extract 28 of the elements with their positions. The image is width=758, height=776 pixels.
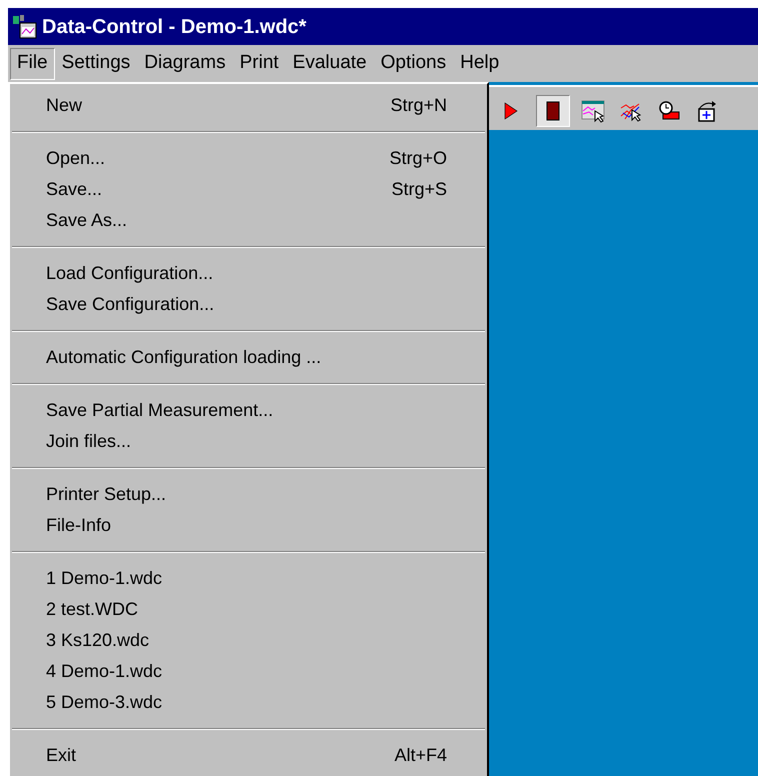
menu-entry[interactable]: Save As...	[10, 205, 487, 236]
window-title: Data-Control - Demo-1.wdc*	[42, 14, 306, 40]
menu-entry[interactable]: Join files...	[10, 426, 487, 457]
menu-entry[interactable]: Save... Strg+S	[10, 174, 487, 205]
menu-entry[interactable]: 4 Demo-1.wdc	[10, 656, 487, 687]
menu-item[interactable]: File	[10, 48, 55, 80]
menu-entry[interactable]: 1 Demo-1.wdc	[10, 563, 487, 594]
menu-entry[interactable]: Exit Alt+F4	[10, 740, 487, 771]
menu-entry[interactable]: Printer Setup...	[10, 479, 487, 510]
menu-entry[interactable]: 3 Ks120.wdc	[10, 625, 487, 656]
menu-entry[interactable]: Save Partial Measurement...	[10, 395, 487, 426]
menu-entry[interactable]: 2 test.WDC	[10, 594, 487, 625]
chart-cursor-icon	[581, 99, 605, 123]
menu-item[interactable]: Evaluate	[286, 48, 374, 80]
toolbar-button[interactable]	[536, 95, 570, 127]
menu-entry[interactable]: Automatic Configuration loading ...	[10, 342, 487, 373]
menu-item[interactable]: Diagrams	[137, 48, 233, 80]
menu-item[interactable]: Help	[453, 48, 506, 80]
menu-item[interactable]: Print	[232, 48, 286, 80]
menu-entry[interactable]: File-Info	[10, 510, 487, 541]
menu-item[interactable]: Options	[374, 48, 454, 80]
menu-entry[interactable]: New Strg+N	[10, 90, 487, 121]
app-icon	[12, 14, 38, 40]
menu-entry[interactable]: Save Configuration...	[10, 289, 487, 320]
menu-entry[interactable]: 5 Demo-3.wdc	[10, 687, 487, 718]
menu-item[interactable]: Settings	[54, 48, 138, 80]
menu-entry[interactable]: Load Configuration...	[10, 258, 487, 289]
menu-entry[interactable]: Open... Strg+O	[10, 143, 487, 174]
